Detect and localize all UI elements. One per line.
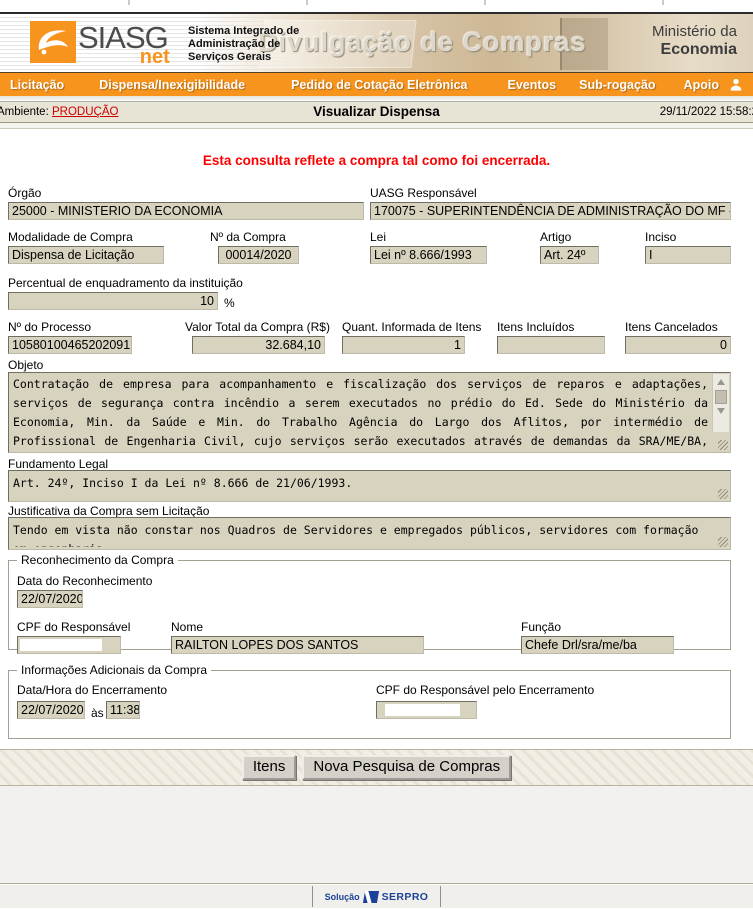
adicionais-fieldset: Informações Adicionais da Compra Data/Ho… — [8, 663, 731, 739]
logo-subtitle: Sistema Integrado de Administração de Se… — [188, 25, 318, 64]
processo-label: Nº do Processo — [8, 320, 91, 334]
percentual-label: Percentual de enquadramento da instituiç… — [8, 276, 243, 290]
percentual-field[interactable]: 10 — [8, 292, 218, 310]
header-banner: SIASG net Sistema Integrado de Administr… — [0, 12, 753, 72]
orgao-label: Órgão — [8, 186, 41, 200]
modalidade-field[interactable]: Dispensa de Licitação — [8, 246, 164, 264]
uasg-field[interactable]: 170075 - SUPERINTENDÊNCIA DE ADMINISTRAÇ… — [370, 202, 731, 220]
footer-bar: Solução SERPRO — [0, 884, 753, 908]
fundamento-label: Fundamento Legal — [8, 457, 108, 471]
cpf-responsavel-label: CPF do Responsável — [17, 620, 130, 634]
funcao-label: Função — [521, 620, 561, 634]
as-conjunction: às — [91, 706, 104, 720]
cpf-redaction — [20, 639, 102, 651]
nav-item-eventos[interactable]: Eventos — [508, 78, 557, 92]
itens-incluidos-label: Itens Incluídos — [497, 320, 574, 334]
nome-field[interactable]: RAILTON LOPES DOS SANTOS — [171, 636, 424, 654]
artigo-field[interactable]: Art. 24º — [540, 246, 599, 264]
funcao-field[interactable]: Chefe Drl/sra/me/ba — [521, 636, 674, 654]
siasg-swoosh-icon — [30, 21, 76, 63]
lower-spacer — [0, 786, 753, 884]
ministry-name: Ministério da Economia — [652, 23, 737, 59]
main-content: Esta consulta reflete a compra tal como … — [0, 129, 753, 749]
fundamento-text: Art. 24º, Inciso I da Lei nº 8.666 de 21… — [13, 474, 708, 499]
nova-pesquisa-button[interactable]: Nova Pesquisa de Compras — [302, 755, 511, 780]
adicionais-legend: Informações Adicionais da Compra — [17, 663, 211, 677]
uasg-label: UASG Responsável — [370, 186, 477, 200]
nome-label: Nome — [171, 620, 203, 634]
justificativa-label: Justificativa da Compra sem Licitação — [8, 504, 209, 518]
objeto-label: Objeto — [8, 358, 43, 372]
ministry-line2: Economia — [652, 41, 737, 59]
data-reconhecimento-field[interactable]: 22/07/2020 — [17, 590, 83, 608]
ministry-line1: Ministério da — [652, 23, 737, 41]
reconhecimento-fieldset: Reconhecimento da Compra Data do Reconhe… — [8, 553, 731, 650]
solucao-text: Solução — [325, 892, 360, 902]
hora-encerramento-field[interactable]: 11:38 — [106, 701, 140, 719]
cpf-encerramento-label: CPF do Responsável pelo Encerramento — [376, 683, 594, 697]
serpro-mark-icon — [363, 891, 379, 903]
main-nav: Licitação Dispensa/Inexigibilidade Pedid… — [0, 72, 753, 96]
data-reconhecimento-label: Data do Reconhecimento — [17, 574, 152, 588]
itens-cancelados-label: Itens Cancelados — [625, 320, 718, 334]
fundamento-textarea[interactable]: Art. 24º, Inciso I da Lei nº 8.666 de 21… — [8, 470, 731, 502]
lei-label: Lei — [370, 230, 386, 244]
siasg-logo: SIASG net — [30, 21, 168, 63]
justificativa-resize-grip[interactable] — [718, 537, 728, 547]
itens-incluidos-field[interactable] — [497, 336, 605, 354]
objeto-resize-grip[interactable] — [718, 440, 728, 450]
processo-field[interactable]: 10580100465202091 — [8, 336, 132, 354]
nav-item-dispensa[interactable]: Dispensa/Inexigibilidade — [99, 78, 245, 92]
numero-compra-field[interactable]: 00014/2020 — [218, 246, 299, 264]
justificativa-text: Tendo em vista não constar nos Quadros d… — [13, 521, 708, 547]
user-icon[interactable] — [729, 77, 743, 92]
nav-item-cotacao[interactable]: Pedido de Cotação Eletrônica — [291, 78, 467, 92]
nav-item-apoio[interactable]: Apoio — [684, 78, 719, 92]
closed-purchase-notice: Esta consulta reflete a compra tal como … — [0, 153, 753, 168]
valor-total-field[interactable]: 32.684,10 — [192, 336, 325, 354]
valor-total-label: Valor Total da Compra (R$) — [185, 320, 330, 334]
cpf-encerramento-field[interactable] — [376, 701, 477, 719]
itens-cancelados-field[interactable]: 0 — [625, 336, 731, 354]
serpro-logo: Solução SERPRO — [312, 886, 442, 907]
inciso-field[interactable]: I — [645, 246, 731, 264]
scroll-up-icon[interactable] — [717, 379, 725, 385]
status-bar: Ambiente: PRODUÇÃO Visualizar Dispensa 2… — [0, 101, 753, 123]
cpf-encerramento-redaction — [385, 704, 460, 716]
lei-field[interactable]: Lei nº 8.666/1993 — [370, 246, 487, 264]
inciso-label: Inciso — [645, 230, 676, 244]
nav-item-licitacao[interactable]: Licitação — [10, 78, 64, 92]
artigo-label: Artigo — [540, 230, 571, 244]
serpro-name-text: SERPRO — [382, 891, 429, 903]
objeto-text: Contratação de empresa para acompanhamen… — [13, 375, 708, 450]
quant-itens-field[interactable]: 1 — [342, 336, 465, 354]
page-title: Visualizar Dispensa — [0, 102, 753, 122]
percentual-suffix: % — [224, 296, 235, 310]
numero-compra-label: Nº da Compra — [210, 230, 286, 244]
itens-button[interactable]: Itens — [242, 755, 297, 780]
data-hora-label: Data/Hora do Encerramento — [17, 683, 167, 697]
objeto-textarea[interactable]: Contratação de empresa para acompanhamen… — [8, 372, 731, 453]
action-band: Itens Nova Pesquisa de Compras — [0, 749, 753, 786]
quant-itens-label: Quant. Informada de Itens — [342, 320, 481, 334]
justificativa-textarea[interactable]: Tendo em vista não constar nos Quadros d… — [8, 517, 731, 550]
data-encerramento-field[interactable]: 22/07/2020 — [17, 701, 85, 719]
scroll-down-icon[interactable] — [717, 408, 725, 414]
fundamento-resize-grip[interactable] — [718, 489, 728, 499]
timestamp: 29/11/2022 15:58:2 — [660, 102, 753, 122]
logo-net-text: net — [140, 47, 170, 67]
modalidade-label: Modalidade de Compra — [8, 230, 133, 244]
browser-remnant-strip — [0, 0, 753, 12]
scroll-thumb[interactable] — [715, 390, 727, 404]
cpf-responsavel-field[interactable] — [17, 636, 121, 654]
objeto-scrollbar[interactable] — [712, 374, 729, 432]
nav-item-subrogacao[interactable]: Sub-rogação — [579, 78, 655, 92]
orgao-field[interactable]: 25000 - MINISTERIO DA ECONOMIA — [8, 202, 364, 220]
reconhecimento-legend: Reconhecimento da Compra — [17, 553, 178, 567]
